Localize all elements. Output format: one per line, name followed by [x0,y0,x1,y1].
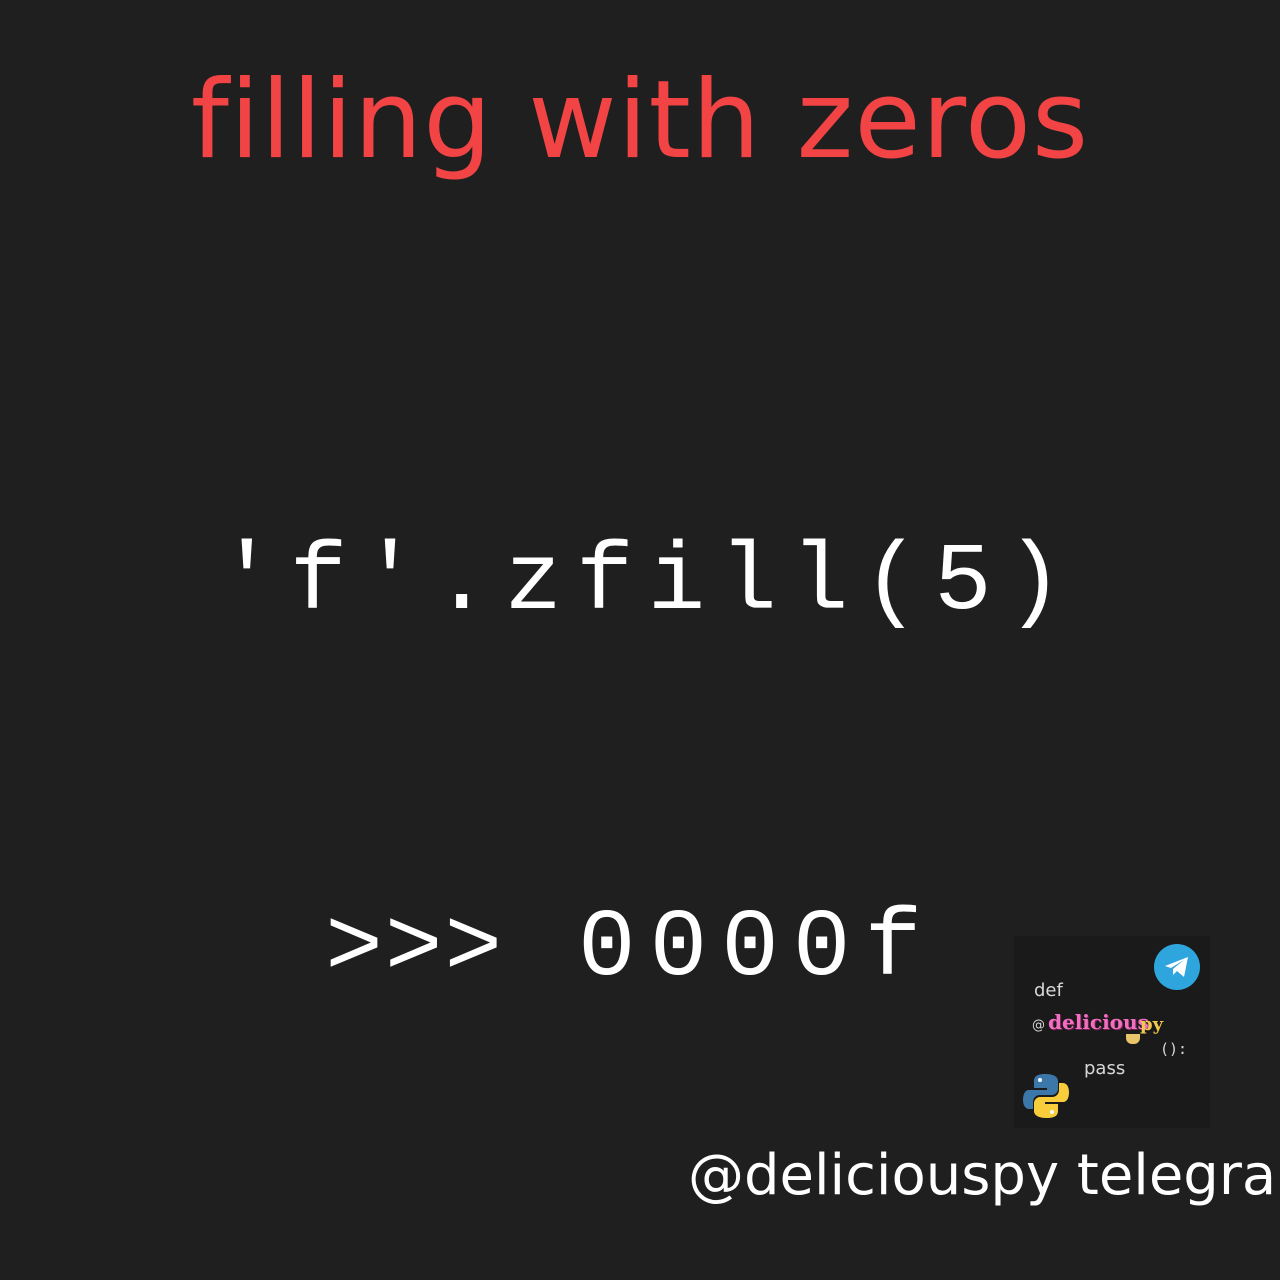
output-result: 0000f [578,893,937,1003]
def-keyword: def [1034,980,1063,1001]
code-expression: 'f'.zfill(5) [218,528,1078,637]
repl-prompt: >>> [325,893,505,1003]
pass-keyword: pass [1084,1058,1126,1079]
channel-logo: def @ delicious py (): pass [1014,936,1210,1128]
python-logo-icon [1020,1070,1072,1126]
function-parens: (): [1160,1040,1188,1058]
brand-name: delicious [1048,1010,1149,1034]
channel-handle: @deliciouspy telegram [688,1143,1280,1208]
page-title: filling with zeros [190,58,1090,183]
telegram-icon [1154,944,1200,990]
coffee-cup-icon [1126,1034,1140,1044]
code-output: >>> 0000f [210,790,936,1001]
brand-suffix: py [1140,1014,1164,1035]
decorator-at: @ [1032,1018,1045,1033]
